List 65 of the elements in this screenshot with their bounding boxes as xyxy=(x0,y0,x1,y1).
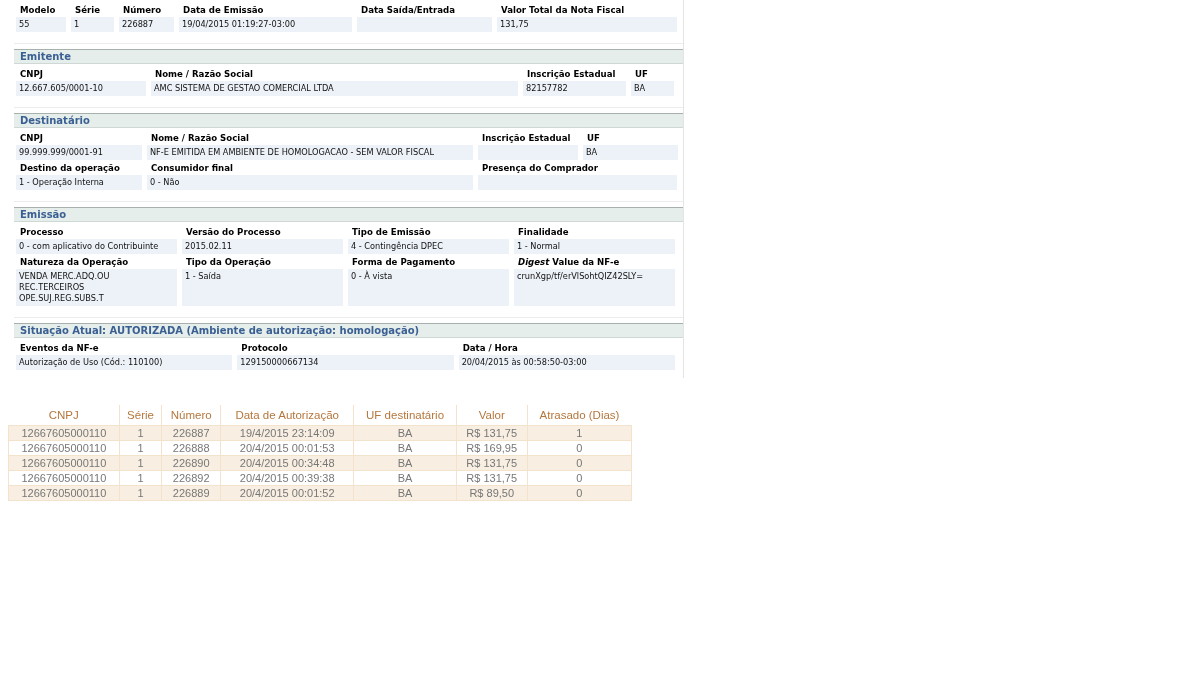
field-label: Série xyxy=(74,4,102,17)
field-value: 82157782 xyxy=(523,81,626,96)
column-header: CNPJ xyxy=(8,405,120,426)
field-value: 0 - com aplicativo do Contribuinte xyxy=(16,239,177,254)
field-value: VENDA MERC.ADQ.OU REC.TERCEIROS OPE.SUJ.REG.SUBS.T xyxy=(16,269,177,306)
field-label: Presença do Comprador xyxy=(481,162,599,175)
field-value: 99.999.999/0001-91 xyxy=(16,145,142,160)
field-value: 129150000667134 xyxy=(237,355,454,370)
field-label: Consumidor final xyxy=(150,162,234,175)
field-value: 1 xyxy=(71,17,114,32)
table-cell: 12667605000110 xyxy=(8,425,120,441)
section-header: Destinatário xyxy=(14,113,683,128)
field-label: Digest Value da NF-e xyxy=(517,256,621,269)
field-value: 20/04/2015 às 00:58:50-03:00 xyxy=(458,355,675,370)
field-value: 1 - Operação Interna xyxy=(16,175,142,190)
field-label: Protocolo xyxy=(240,342,289,355)
field-value: BA xyxy=(583,145,678,160)
field-value: BA xyxy=(631,81,674,96)
field-value: 19/04/2015 01:19:27-03:00 xyxy=(179,17,352,32)
field-value: NF-E EMITIDA EM AMBIENTE DE HOMOLOGACAO - SEM VALOR FISCAL xyxy=(147,145,473,160)
field-label: Nome / Razão Social xyxy=(150,132,250,145)
field-label: Processo xyxy=(19,226,65,239)
table-cell: 1 xyxy=(527,425,632,441)
section-header: Emissão xyxy=(14,207,683,222)
field-value: 1 - Normal xyxy=(514,239,675,254)
field-label: UF xyxy=(634,68,649,81)
field-label: Eventos da NF-e xyxy=(19,342,100,355)
field-label: Nome / Razão Social xyxy=(154,68,254,81)
field-label: UF xyxy=(586,132,601,145)
table-cell: R$ 131,75 xyxy=(456,425,528,441)
table-cell: 1 xyxy=(119,425,162,441)
section-header: Emitente xyxy=(14,49,683,64)
table-cell: BA xyxy=(353,425,457,441)
field-label: CNPJ xyxy=(19,132,44,145)
field-label: Versão do Processo xyxy=(185,226,282,239)
field-value: 1 - Saída xyxy=(182,269,343,306)
field-label: Modelo xyxy=(19,4,57,17)
field-label: Destino da operação xyxy=(19,162,121,175)
section-header: Situação Atual: AUTORIZADA (Ambiente de autorização: homologação) xyxy=(14,323,683,338)
field-value: 0 - Não xyxy=(147,175,473,190)
field-value: 2015.02.11 xyxy=(182,239,343,254)
field-value: 55 xyxy=(16,17,66,32)
field-value: 131,75 xyxy=(497,17,677,32)
field-value: 0 - À vista xyxy=(348,269,509,306)
field-value: 4 - Contingência DPEC xyxy=(348,239,509,254)
field-label: Tipo da Operação xyxy=(185,256,272,269)
field-label: Tipo de Emissão xyxy=(351,226,432,239)
table-cell: 226887 xyxy=(161,425,221,441)
field-label: Natureza da Operação xyxy=(19,256,130,269)
field-label: Forma de Pagamento xyxy=(351,256,457,269)
field-label: CNPJ xyxy=(19,68,44,81)
field-label: Número xyxy=(122,4,163,17)
field-value: crunXgp/tf/erVlSohtQIZ42SLY= xyxy=(514,269,675,306)
field-value: 12.667.605/0001-10 xyxy=(16,81,146,96)
field-label: Inscrição Estadual xyxy=(526,68,617,81)
field-label: Finalidade xyxy=(517,226,570,239)
field-value: Autorização de Uso (Cód.: 110100) xyxy=(16,355,233,370)
field-label: Data de Emissão xyxy=(182,4,265,17)
field-value: AMC SISTEMA DE GESTAO COMERCIAL LTDA xyxy=(151,81,518,96)
field-label: Inscrição Estadual xyxy=(481,132,572,145)
field-label: Data / Hora xyxy=(461,342,519,355)
field-label: Valor Total da Nota Fiscal xyxy=(500,4,626,17)
table-cell: 19/4/2015 23:14:09 xyxy=(220,425,354,441)
field-value: 226887 xyxy=(119,17,174,32)
field-label: Data Saída/Entrada xyxy=(360,4,456,17)
